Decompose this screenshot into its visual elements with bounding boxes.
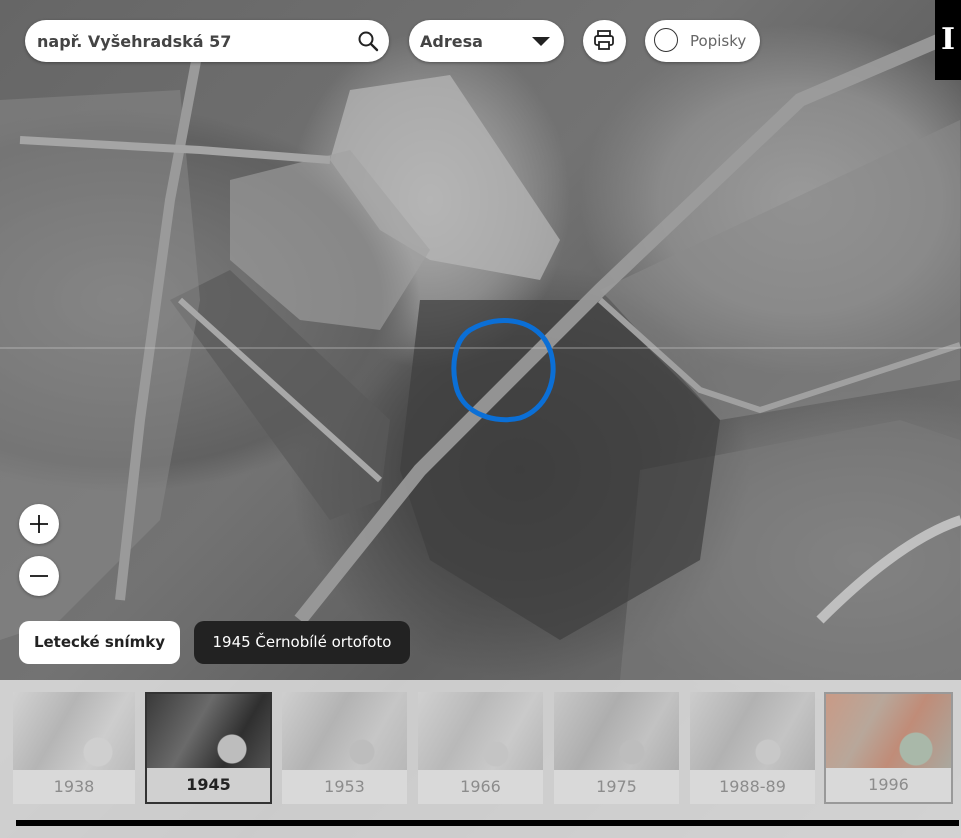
print-button[interactable] (583, 20, 626, 62)
timeline-year: 1966 (418, 770, 543, 804)
chevron-down-icon (532, 37, 550, 46)
aerial-layers-button[interactable]: Letecké snímky (19, 621, 180, 664)
labels-radio[interactable] (654, 28, 678, 52)
zoom-out-button[interactable] (19, 556, 59, 596)
labels-toggle[interactable]: Popisky (645, 20, 760, 62)
printer-icon (594, 30, 614, 50)
timeline-year: 1945 (147, 768, 270, 802)
current-layer-label: 1945 Černobílé ortofoto (194, 621, 410, 664)
timeline-thumb-1938[interactable]: 1938 (13, 692, 135, 804)
info-button[interactable]: I (935, 0, 961, 80)
timeline-year: 1988-89 (690, 770, 815, 804)
timeline-thumb-1953[interactable]: 1953 (282, 692, 407, 804)
search-icon[interactable] (357, 30, 379, 52)
thumbnail-image (13, 692, 135, 770)
thumbnail-image (826, 694, 951, 772)
search-input[interactable] (25, 20, 337, 62)
zoom-in-button[interactable] (19, 504, 59, 544)
timeline-year: 1953 (282, 770, 407, 804)
thumbnail-image (690, 692, 815, 770)
thumbnail-image (282, 692, 407, 770)
timeline-year: 1938 (13, 770, 135, 804)
labels-toggle-label: Popisky (690, 32, 747, 50)
search-type-value: Adresa (420, 32, 483, 51)
zoom-in-icon (30, 515, 48, 533)
timeline-thumb-1945[interactable]: 1945 (145, 692, 272, 804)
thumbnail-image (554, 692, 679, 770)
timeline-year: 1996 (826, 768, 951, 802)
timeline-thumb-1988-89[interactable]: 1988-89 (690, 692, 815, 804)
thumbnail-image (418, 692, 543, 770)
timeline-thumb-1966[interactable]: 1966 (418, 692, 543, 804)
timeline-thumb-1996[interactable]: 1996 (824, 692, 953, 804)
search-box (25, 20, 389, 62)
map-features (0, 33, 961, 680)
timeline-scrollbar[interactable] (16, 820, 959, 826)
thumbnail-image (147, 694, 270, 772)
zoom-out-icon (30, 575, 48, 577)
timeline-year: 1975 (554, 770, 679, 804)
timeline-thumb-1975[interactable]: 1975 (554, 692, 679, 804)
search-type-select[interactable]: Adresa (409, 20, 564, 62)
